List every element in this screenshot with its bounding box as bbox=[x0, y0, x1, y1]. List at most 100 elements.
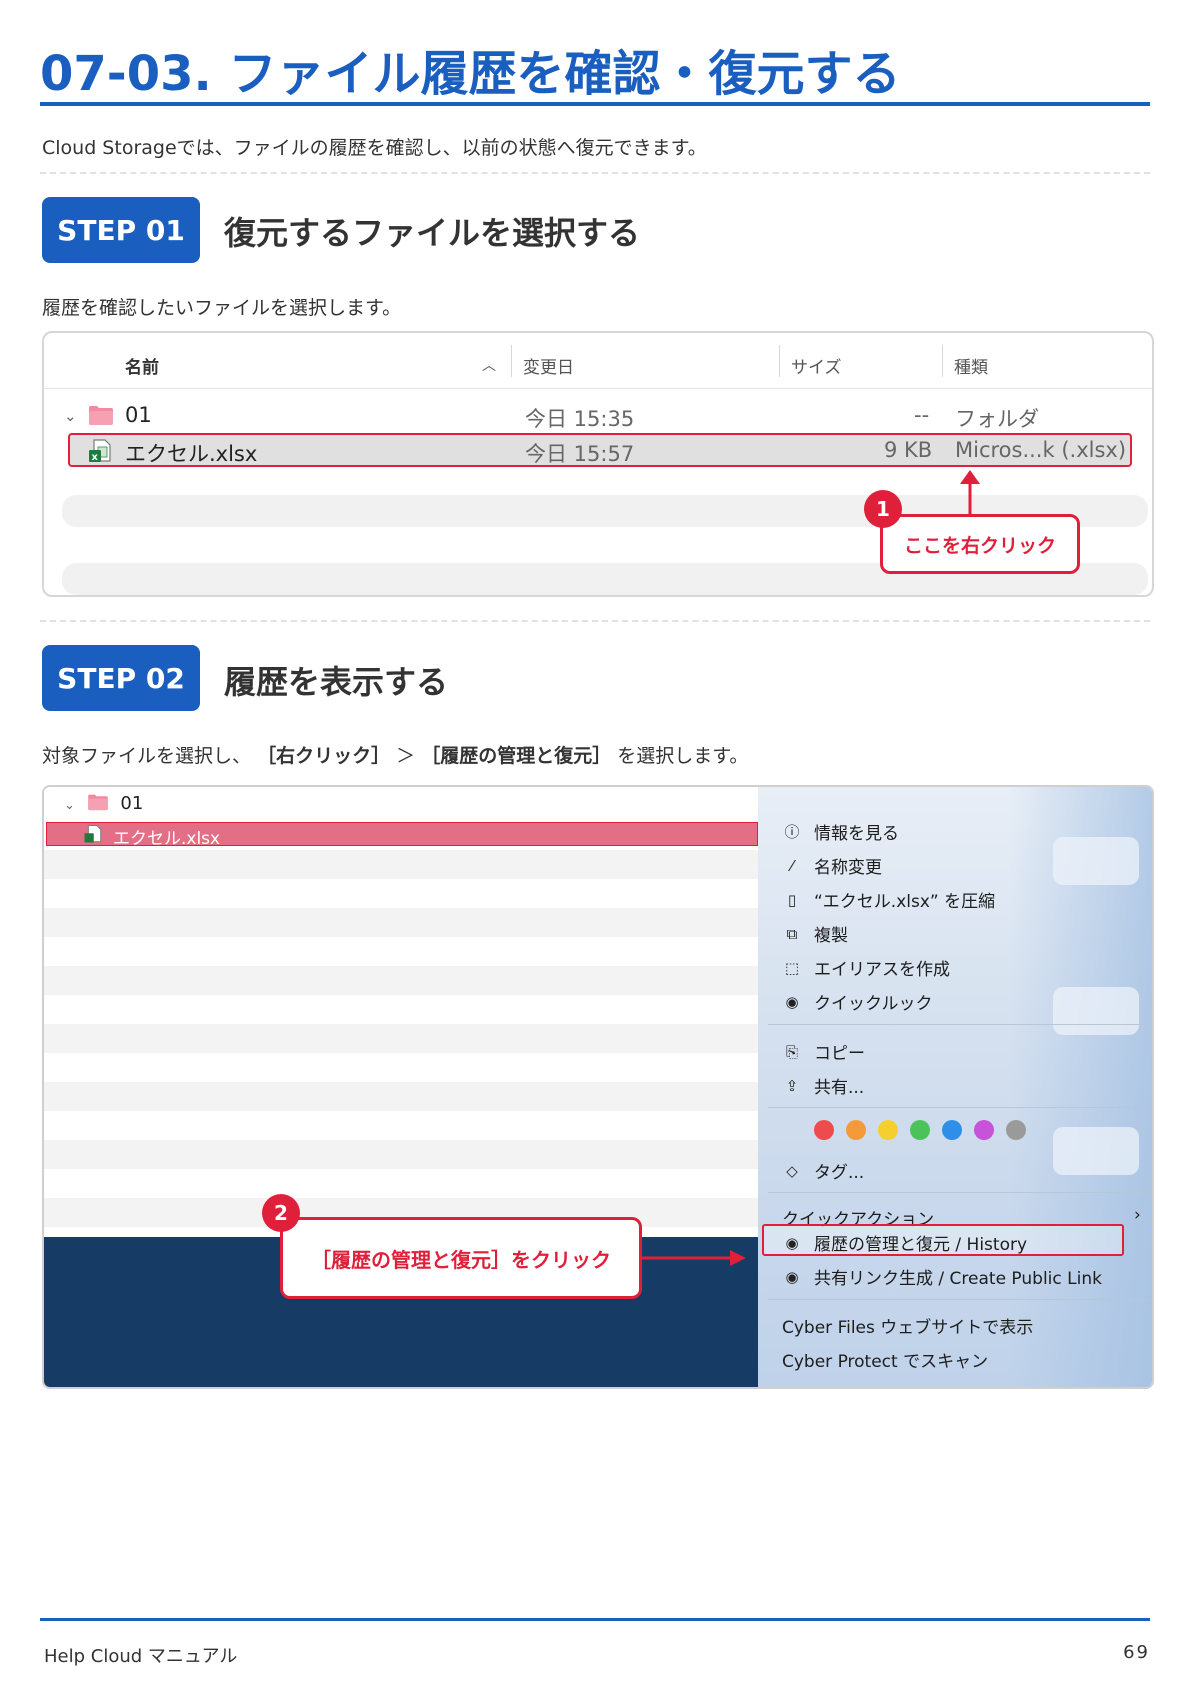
folder-row[interactable]: ⌄ 01 bbox=[64, 793, 143, 814]
column-kind[interactable]: 種類 bbox=[954, 353, 988, 378]
tag-color-dot[interactable] bbox=[814, 1120, 834, 1140]
menu-label: 履歴の管理と復元 / History bbox=[814, 1235, 1028, 1255]
step2-title: 履歴を表示する bbox=[224, 663, 449, 701]
callout-history-click: ［履歴の管理と復元］をクリック bbox=[280, 1217, 642, 1299]
excel-file-icon: x bbox=[88, 438, 112, 469]
menu-label: “エクセル.xlsx” を圧縮 bbox=[814, 892, 996, 912]
excel-file-icon bbox=[84, 825, 102, 843]
chevron-down-icon[interactable]: ⌄ bbox=[64, 407, 77, 425]
tag-color-dot[interactable] bbox=[910, 1120, 930, 1140]
file-date: 今日 15:35 bbox=[525, 407, 635, 431]
menu-label: クイックルック bbox=[814, 994, 933, 1014]
link-icon: ◉ bbox=[785, 1267, 799, 1286]
empty-row bbox=[44, 1024, 758, 1053]
column-separator bbox=[942, 345, 943, 377]
file-name: エクセル.xlsx bbox=[113, 829, 221, 849]
step2-description: 対象ファイルを選択し、 ［右クリック］ ＞ ［履歴の管理と復元］ を選択します。 bbox=[42, 741, 748, 768]
column-date[interactable]: 変更日 bbox=[523, 353, 574, 378]
desc-right-click: ［右クリック］ bbox=[257, 745, 391, 767]
pencil-icon: ⁄ bbox=[790, 856, 794, 875]
folder-icon bbox=[87, 794, 108, 811]
blurred-background bbox=[1053, 837, 1139, 885]
step1-description: 履歴を確認したいファイルを選択します。 bbox=[42, 297, 402, 319]
empty-row bbox=[44, 1082, 758, 1111]
menu-label: Cyber Protect でスキャン bbox=[782, 1352, 989, 1372]
menu-item-cyber-files[interactable]: Cyber Files ウェブサイトで表示 bbox=[782, 1313, 1033, 1338]
menu-item-compress[interactable]: ▯ “エクセル.xlsx” を圧縮 bbox=[782, 887, 996, 913]
duplicate-icon: ⧉ bbox=[786, 924, 798, 943]
callout-arrow bbox=[642, 1250, 746, 1266]
menu-label: タグ... bbox=[814, 1163, 865, 1183]
menu-label: Cyber Files ウェブサイトで表示 bbox=[782, 1318, 1034, 1338]
page-title: 07-03. ファイル履歴を確認・復元する bbox=[40, 46, 901, 102]
menu-label: 名称変更 bbox=[814, 858, 882, 878]
menu-item-public-link[interactable]: ◉ 共有リンク生成 / Create Public Link bbox=[782, 1264, 1102, 1290]
blurred-background bbox=[1053, 1127, 1139, 1175]
tag-color-dot[interactable] bbox=[942, 1120, 962, 1140]
menu-item-duplicate[interactable]: ⧉ 複製 bbox=[782, 921, 848, 947]
divider bbox=[40, 172, 1150, 174]
tag-icon: ◇ bbox=[786, 1161, 798, 1180]
tag-color-dot[interactable] bbox=[846, 1120, 866, 1140]
tag-color-dot[interactable] bbox=[878, 1120, 898, 1140]
callout-number: 1 bbox=[864, 490, 902, 528]
callout-number: 2 bbox=[262, 1194, 300, 1232]
menu-item-quick-look[interactable]: ◉ クイックルック bbox=[782, 989, 933, 1015]
menu-divider bbox=[768, 1192, 1148, 1193]
menu-divider bbox=[768, 1299, 1148, 1300]
menu-item-history[interactable]: ◉ 履歴の管理と復元 / History bbox=[782, 1230, 1028, 1256]
column-size[interactable]: サイズ bbox=[791, 353, 842, 378]
menu-item-tags[interactable]: ◇ タグ... bbox=[782, 1158, 865, 1184]
share-icon: ⇪ bbox=[785, 1076, 799, 1095]
file-kind: フォルダ bbox=[955, 407, 1039, 431]
divider bbox=[40, 620, 1150, 622]
chevron-right-icon: › bbox=[1134, 1205, 1141, 1225]
blurred-background bbox=[1053, 987, 1139, 1035]
selected-row[interactable]: エクセル.xlsx bbox=[46, 822, 758, 849]
tag-color-dot[interactable] bbox=[1006, 1120, 1026, 1140]
desc-text: 対象ファイルを選択し、 bbox=[42, 745, 252, 767]
title-underline bbox=[40, 102, 1150, 106]
info-icon: ⓘ bbox=[784, 823, 800, 841]
desc-separator: ＞ bbox=[396, 745, 416, 767]
file-date: 今日 15:57 bbox=[525, 442, 635, 466]
finder-list: ⌄ 01 エクセル.xlsx bbox=[44, 787, 758, 1237]
sort-ascending-icon[interactable]: ︿ bbox=[482, 355, 496, 375]
menu-item-make-alias[interactable]: ⬚ エイリアスを作成 bbox=[782, 955, 950, 981]
menu-label: 複製 bbox=[814, 926, 848, 946]
column-separator bbox=[779, 345, 780, 377]
chevron-down-icon[interactable]: ⌄ bbox=[64, 798, 75, 813]
column-name[interactable]: 名前 bbox=[125, 353, 159, 378]
table-row[interactable]: ⌄ 01 今日 15:35 -- フォルダ bbox=[44, 399, 1152, 431]
callout-right-click: ここを右クリック bbox=[880, 514, 1080, 574]
desc-text: を選択します。 bbox=[617, 745, 749, 767]
intro-text: Cloud Storageでは、ファイルの履歴を確認し、以前の状態へ復元できます… bbox=[42, 137, 707, 159]
step1-badge: STEP 01 bbox=[42, 197, 200, 263]
archive-icon: ▯ bbox=[787, 890, 797, 909]
footer-title: Help Cloud マニュアル bbox=[44, 1646, 238, 1667]
footer-rule bbox=[40, 1618, 1150, 1621]
svg-text:x: x bbox=[92, 452, 99, 463]
desc-history-menu: ［履歴の管理と復元］ bbox=[421, 745, 612, 767]
menu-item-cyber-protect[interactable]: Cyber Protect でスキャン bbox=[782, 1347, 988, 1372]
copy-icon: ⎘ bbox=[785, 1042, 798, 1061]
empty-row bbox=[44, 850, 758, 879]
tag-color-dot[interactable] bbox=[974, 1120, 994, 1140]
folder-icon bbox=[88, 404, 114, 431]
column-separator bbox=[511, 345, 512, 377]
menu-item-share[interactable]: ⇪ 共有... bbox=[782, 1073, 865, 1099]
menu-label: コピー bbox=[814, 1044, 865, 1064]
step1-title: 復元するファイルを選択する bbox=[224, 214, 641, 252]
menu-label: 情報を見る bbox=[814, 824, 899, 844]
menu-item-rename[interactable]: ⁄ 名称変更 bbox=[782, 853, 882, 879]
menu-item-copy[interactable]: ⎘ コピー bbox=[782, 1039, 865, 1065]
file-name: 01 bbox=[125, 403, 152, 427]
menu-label: 共有... bbox=[814, 1078, 865, 1098]
menu-item-get-info[interactable]: ⓘ 情報を見る bbox=[782, 819, 899, 844]
table-row[interactable]: x エクセル.xlsx 今日 15:57 9 KB Micros...k (.x… bbox=[44, 434, 1152, 466]
context-menu-screenshot: ⌄ 01 エクセル.xlsx ⓘ 情報を見る ⁄ 名称変更 ▯ “エクセル.xlsx”… bbox=[42, 785, 1154, 1389]
menu-label: 共有リンク生成 / Create Public Link bbox=[814, 1269, 1102, 1289]
file-size: -- bbox=[914, 403, 930, 427]
callout-arrow bbox=[960, 470, 980, 514]
context-menu: ⓘ 情報を見る ⁄ 名称変更 ▯ “エクセル.xlsx” を圧縮 ⧉ 複製 ⬚ エイリアス… bbox=[758, 787, 1152, 1387]
